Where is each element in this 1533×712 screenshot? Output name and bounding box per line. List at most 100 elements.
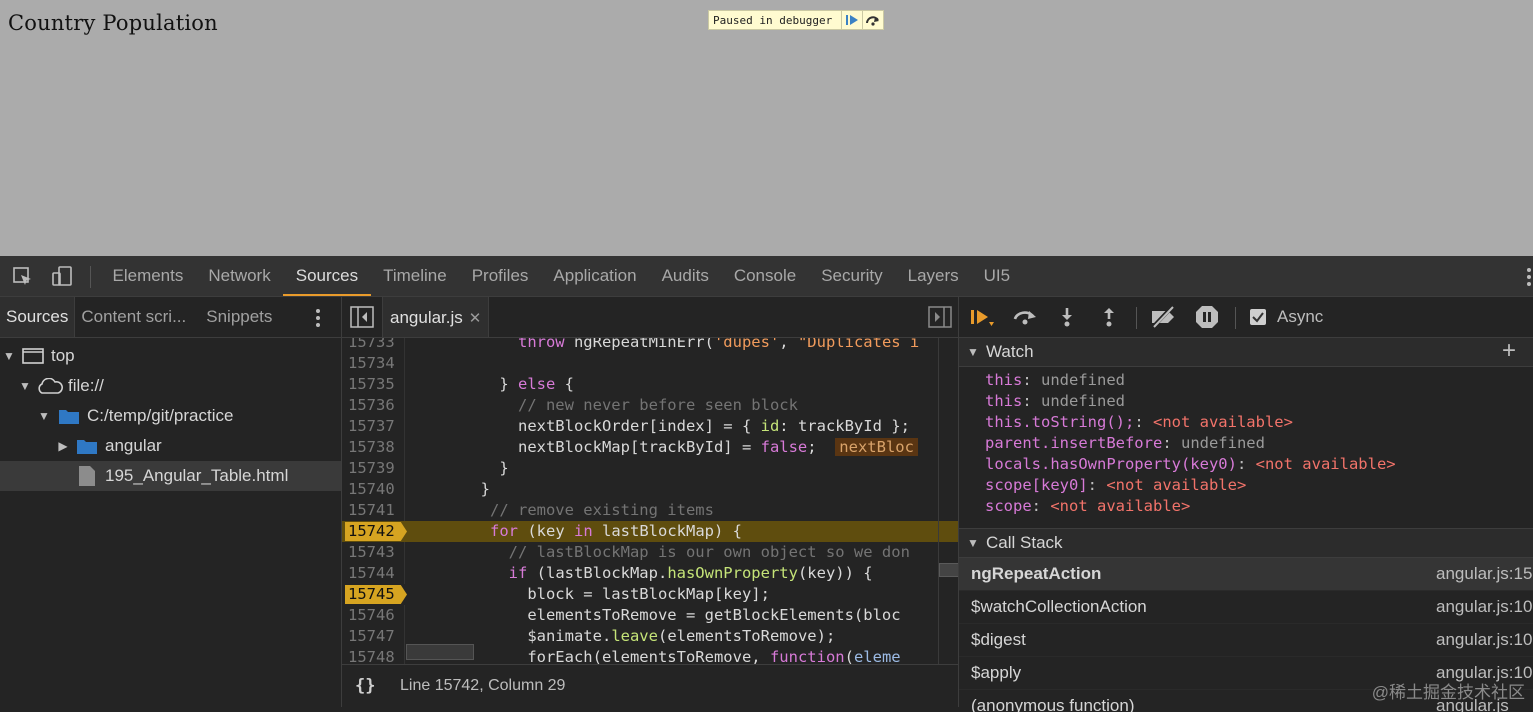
callstack-frame[interactable]: ngRepeatAction angular.js:15 (959, 558, 1533, 591)
nav-tab-snippets[interactable]: Snippets (200, 297, 278, 337)
line-number[interactable]: 15734 (342, 353, 405, 374)
watch-item[interactable]: this: undefined (959, 370, 1533, 391)
tab-sources[interactable]: Sources (283, 256, 371, 296)
add-watch-icon[interactable]: + (1502, 337, 1516, 365)
step-into-button[interactable] (1054, 305, 1080, 329)
inline-value-badge: nextBloc (835, 438, 918, 456)
tree-item-angular-folder[interactable]: ▶ angular (0, 431, 341, 461)
pause-on-exceptions-button[interactable] (1194, 305, 1220, 329)
debugger-sidebar: Async ▼ Watch + this: undefined this: un… (959, 297, 1533, 712)
toolbar-divider (90, 266, 91, 288)
cursor-position: Line 15742, Column 29 (400, 677, 566, 694)
watch-item[interactable]: this: undefined (959, 391, 1533, 412)
watch-item[interactable]: scope[key0]: <not available> (959, 475, 1533, 496)
code-lines[interactable]: 15733 throw ngRepeatMinErr('dupes', "Dup… (342, 338, 958, 664)
code-line-breakpoint: 15745 block = lastBlockMap[key]; (342, 584, 958, 605)
code-line: 15734 (342, 353, 958, 374)
line-number[interactable]: 15747 (342, 626, 405, 647)
callstack-frame[interactable]: $watchCollectionAction angular.js:10 (959, 591, 1533, 624)
vertical-scrollbar[interactable] (938, 338, 958, 664)
navigator-menu-icon[interactable] (314, 307, 322, 329)
callstack-section-header[interactable]: ▼ Call Stack (959, 528, 1533, 558)
device-toolbar-icon[interactable] (49, 264, 75, 288)
file-tab-label: angular.js (390, 308, 463, 327)
line-number[interactable]: 15735 (342, 374, 405, 395)
watch-item[interactable]: parent.insertBefore: undefined (959, 433, 1533, 454)
nav-tab-sources[interactable]: Sources (0, 297, 76, 337)
tab-audits[interactable]: Audits (649, 256, 721, 296)
resume-button[interactable] (969, 305, 995, 329)
tab-network[interactable]: Network (196, 256, 283, 296)
horizontal-scrollbar[interactable] (406, 644, 474, 660)
code-line: 15741 // remove existing items (342, 500, 958, 521)
callstack-frame[interactable]: $digest angular.js:10 (959, 624, 1533, 657)
editor-tabs: angular.js ✕ (342, 297, 958, 338)
toggle-debugger-sidebar-icon[interactable] (928, 306, 952, 333)
async-checkbox[interactable] (1250, 309, 1266, 325)
line-number[interactable]: 15748 (342, 647, 405, 664)
step-over-button[interactable] (1012, 305, 1038, 329)
line-number[interactable]: 15742 (342, 521, 405, 542)
navigator-tabs: Sources Content scri... Snippets (0, 297, 341, 338)
watch-section-header[interactable]: ▼ Watch + (959, 337, 1533, 367)
nav-tab-content-scripts[interactable]: Content scri... (75, 297, 192, 337)
inspect-element-icon[interactable] (9, 264, 35, 288)
line-number[interactable]: 15744 (342, 563, 405, 584)
resume-overlay-button[interactable] (841, 11, 862, 29)
editor-file-tab[interactable]: angular.js ✕ (382, 297, 490, 337)
line-number[interactable]: 15743 (342, 542, 405, 563)
editor-status-bar: {} Line 15742, Column 29 (342, 664, 958, 708)
watch-item[interactable]: this.toString();: <not available> (959, 412, 1533, 433)
code-line: 15737 nextBlockOrder[index] = { id: trac… (342, 416, 958, 437)
line-number[interactable]: 15740 (342, 479, 405, 500)
deactivate-breakpoints-button[interactable] (1149, 305, 1175, 329)
line-number[interactable]: 15737 (342, 416, 405, 437)
tree-item-html-file[interactable]: 195_Angular_Table.html (0, 461, 341, 491)
tree-item-top[interactable]: ▼ top (0, 341, 341, 371)
expand-triangle-icon: ▼ (967, 536, 979, 550)
step-out-button[interactable] (1096, 305, 1122, 329)
line-number[interactable]: 15746 (342, 605, 405, 626)
tree-item-practice-folder[interactable]: ▼ C:/temp/git/practice (0, 401, 341, 431)
tab-profiles[interactable]: Profiles (459, 256, 541, 296)
resume-icon (971, 310, 994, 326)
expand-triangle-icon[interactable]: ▼ (19, 371, 31, 401)
code-line: 15735 } else { (342, 374, 958, 395)
code-line: 15746 elementsToRemove = getBlockElement… (342, 605, 958, 626)
code-line: 15739 } (342, 458, 958, 479)
step-out-icon (1104, 308, 1114, 327)
line-number[interactable]: 15733 (342, 338, 405, 353)
close-tab-icon[interactable]: ✕ (469, 310, 482, 327)
tab-application[interactable]: Application (541, 256, 649, 296)
expand-triangle-icon[interactable]: ▼ (38, 401, 50, 431)
tab-console[interactable]: Console (721, 256, 808, 296)
tab-elements[interactable]: Elements (100, 256, 196, 296)
pause-on-exceptions-icon (1196, 306, 1218, 328)
code-line: 15738 nextBlockMap[trackById] = false; n… (342, 437, 958, 458)
folder-icon (59, 410, 79, 424)
line-number[interactable]: 15736 (342, 395, 405, 416)
collapsed-triangle-icon[interactable]: ▶ (57, 431, 69, 461)
watch-item[interactable]: scope: <not available> (959, 496, 1533, 517)
tree-item-file[interactable]: ▼ file:// (0, 371, 341, 401)
code-line: 15740 } (342, 479, 958, 500)
devtools-toolbar: Elements Network Sources Timeline Profil… (0, 256, 1533, 297)
line-number[interactable]: 15741 (342, 500, 405, 521)
expand-triangle-icon[interactable]: ▼ (3, 341, 15, 371)
pretty-print-icon[interactable]: {} (355, 676, 375, 696)
tab-layers[interactable]: Layers (895, 256, 971, 296)
devtools-menu-icon[interactable] (1525, 266, 1533, 288)
line-number[interactable]: 15745 (342, 584, 405, 605)
tab-security[interactable]: Security (809, 256, 895, 296)
tab-timeline[interactable]: Timeline (371, 256, 460, 296)
watch-item[interactable]: locals.hasOwnProperty(key0): <not availa… (959, 454, 1533, 475)
line-number[interactable]: 15739 (342, 458, 405, 479)
toggle-navigator-icon[interactable] (350, 306, 374, 333)
tab-ui5[interactable]: UI5 (971, 256, 1022, 296)
step-over-overlay-button[interactable] (862, 11, 883, 29)
async-label[interactable]: Async (1277, 307, 1323, 327)
tree-label: 195_Angular_Table.html (105, 466, 289, 485)
line-number[interactable]: 15738 (342, 437, 405, 458)
devtools-tabs: Elements Network Sources Timeline Profil… (100, 256, 1023, 296)
step-over-icon (866, 16, 879, 26)
